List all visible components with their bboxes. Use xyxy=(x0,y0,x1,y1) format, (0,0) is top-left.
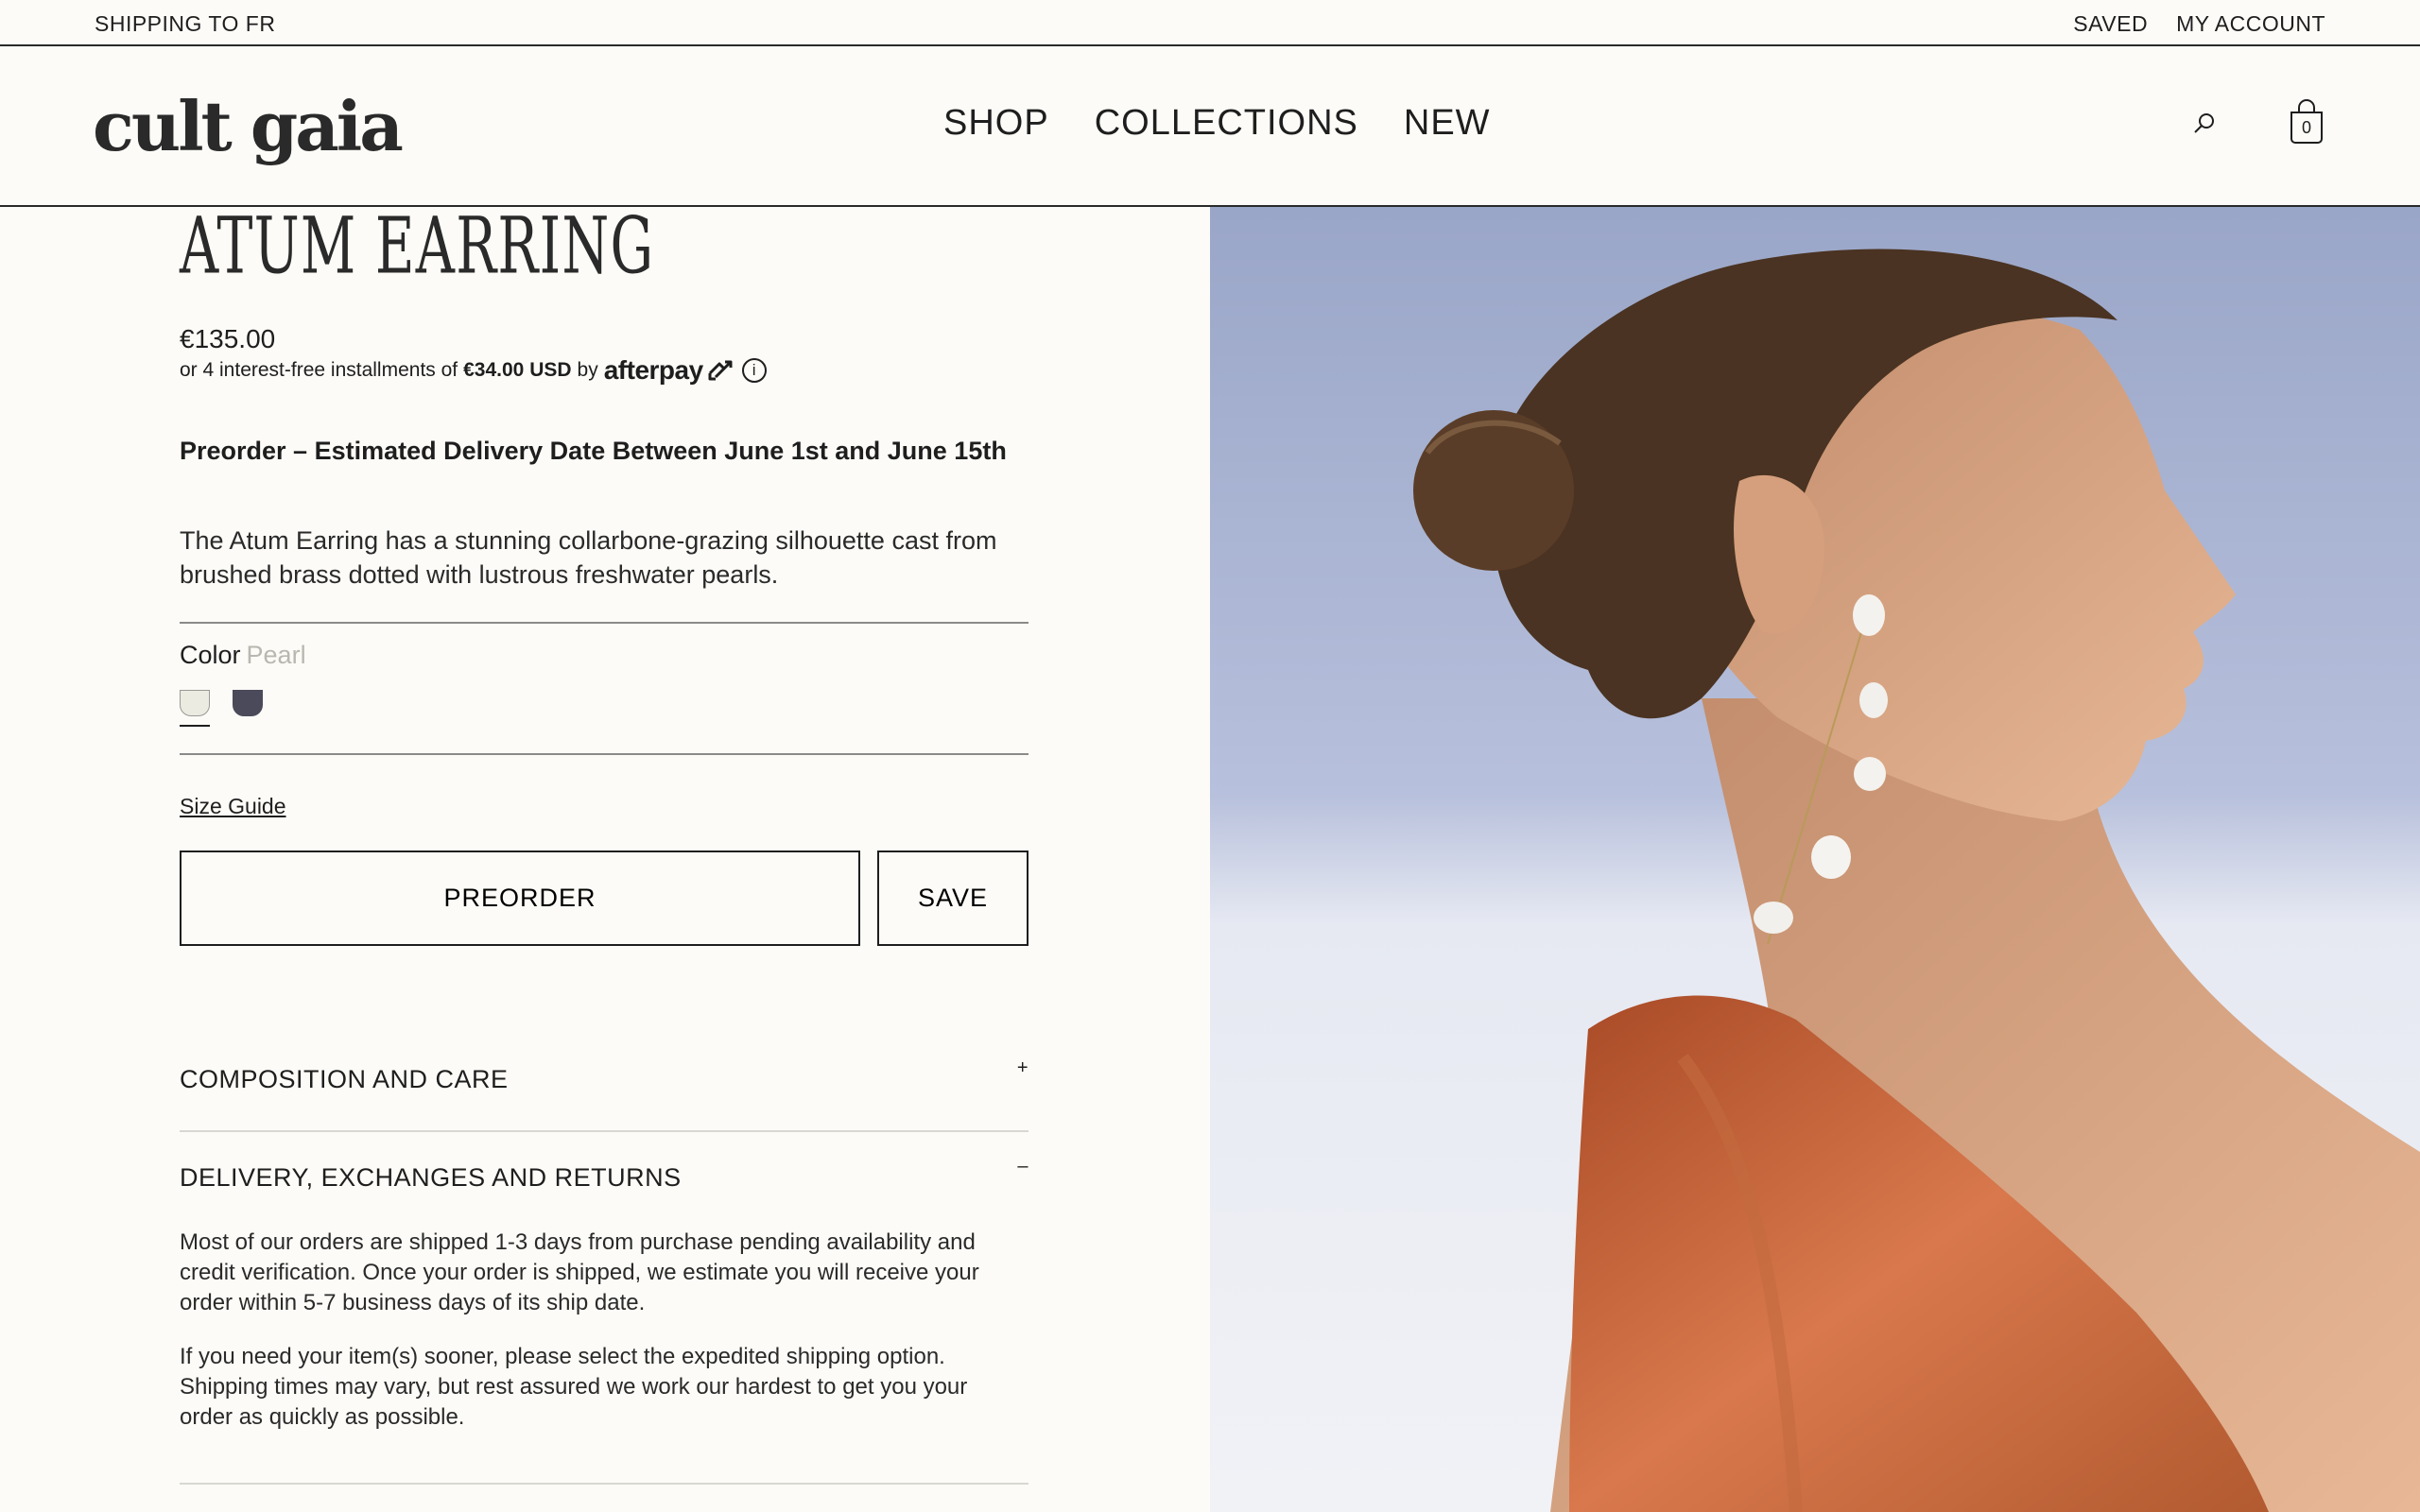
cart-button[interactable]: 0 xyxy=(2288,99,2325,146)
my-account-link[interactable]: MY ACCOUNT xyxy=(2176,11,2325,37)
utility-links: SAVED MY ACCOUNT xyxy=(2073,11,2325,37)
nav-collections[interactable]: COLLECTIONS xyxy=(1095,103,1358,144)
shipping-country-link[interactable]: SHIPPING TO FR xyxy=(95,11,275,37)
selected-swatch-indicator xyxy=(180,725,210,727)
nav-shop[interactable]: SHOP xyxy=(943,103,1049,144)
product-description: The Atum Earring has a stunning collarbo… xyxy=(180,526,997,589)
swatch-slate[interactable] xyxy=(233,690,263,716)
selected-color: Pearl xyxy=(246,641,306,669)
size-guide-link[interactable]: Size Guide xyxy=(180,794,286,819)
save-button[interactable]: SAVE xyxy=(877,850,1028,946)
color-selector-label: Color Pearl xyxy=(180,641,306,670)
brand-logo[interactable]: cult gaia xyxy=(93,86,404,166)
accordion-composition-care[interactable]: COMPOSITION AND CARE + xyxy=(180,1057,1028,1094)
main-nav: SHOP COLLECTIONS NEW xyxy=(943,103,1491,144)
accordion-title: DELIVERY, EXCHANGES AND RETURNS xyxy=(180,1163,682,1192)
site-header: cult gaia SHOP COLLECTIONS NEW 0 xyxy=(0,46,2420,207)
search-icon[interactable] xyxy=(2191,111,2218,137)
afterpay-by: by xyxy=(577,359,598,381)
delivery-paragraph-1: Most of our orders are shipped 1-3 days … xyxy=(180,1229,979,1315)
afterpay-message: or 4 interest-free installments of €34.0… xyxy=(180,355,767,386)
afterpay-prefix: or 4 interest-free installments of xyxy=(180,359,458,381)
product-image[interactable] xyxy=(1210,207,2420,1512)
accordion-title: COMPOSITION AND CARE xyxy=(180,1065,509,1093)
divider xyxy=(180,622,1028,624)
color-label: Color xyxy=(180,641,241,669)
cart-count: 0 xyxy=(2301,118,2311,137)
collapse-icon: – xyxy=(1017,1156,1028,1177)
preorder-notice: Preorder – Estimated Delivery Date Betwe… xyxy=(180,437,1007,465)
info-icon[interactable]: i xyxy=(741,358,767,383)
afterpay-amount: €34.00 USD xyxy=(463,359,572,381)
utility-bar: SHIPPING TO FR SAVED MY ACCOUNT xyxy=(0,0,2420,46)
product-title: ATUM EARRING xyxy=(180,199,655,292)
saved-link[interactable]: SAVED xyxy=(2073,11,2148,37)
accordion-delivery-returns[interactable]: DELIVERY, EXCHANGES AND RETURNS – xyxy=(180,1156,1028,1193)
divider xyxy=(180,1130,1028,1132)
divider xyxy=(180,1483,1028,1485)
model-photo xyxy=(1210,207,2420,1512)
preorder-button[interactable]: PREORDER xyxy=(180,850,860,946)
delivery-paragraph-2: If you need your item(s) sooner, please … xyxy=(180,1344,968,1430)
nav-new[interactable]: NEW xyxy=(1404,103,1491,144)
swatch-pearl[interactable] xyxy=(180,690,210,716)
divider xyxy=(180,753,1028,755)
afterpay-loop-icon xyxy=(708,360,733,381)
afterpay-logo: afterpay xyxy=(603,355,703,385)
product-price: €135.00 xyxy=(180,324,276,353)
expand-icon: + xyxy=(1016,1057,1028,1078)
